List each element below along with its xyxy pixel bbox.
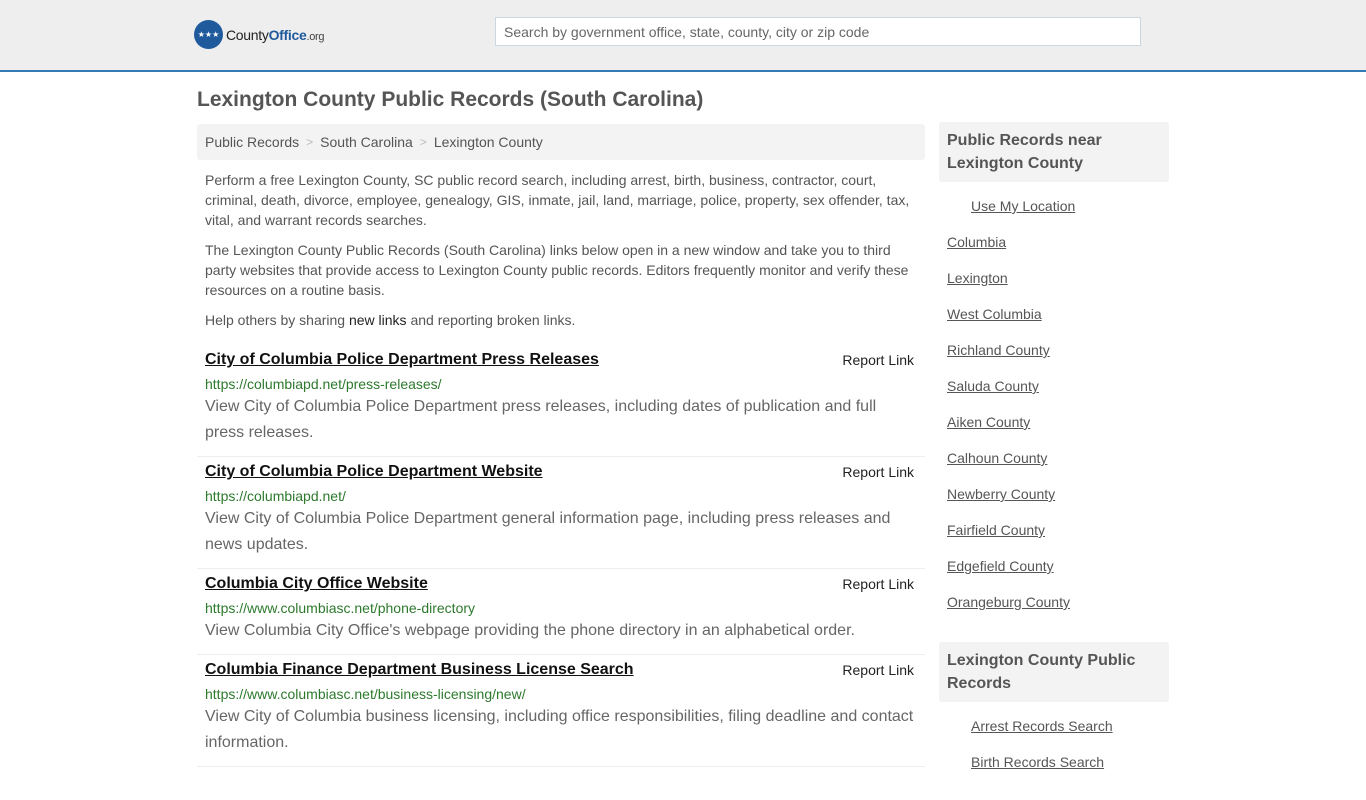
site-logo[interactable]: ★★★ CountyOffice.org [194,20,325,49]
result-item: City of Columbia Police Department Press… [197,345,925,457]
nearby-records-heading: Public Records near Lexington County [939,122,1169,182]
list-item: Richland County [947,342,1169,378]
result-description: View City of Columbia Police Department … [205,510,891,553]
intro-paragraph: The Lexington County Public Records (Sou… [205,242,909,298]
nearby-link[interactable]: Newberry County [947,486,1055,502]
use-my-location-link[interactable]: Use My Location [971,198,1075,214]
nearby-link[interactable]: Lexington [947,270,1008,286]
nearby-link[interactable]: West Columbia [947,306,1042,322]
results-list: City of Columbia Police Department Press… [197,345,925,767]
result-item: Columbia Finance Department Business Lic… [197,655,925,767]
result-url: https://columbiapd.net/press-releases/ [205,376,442,392]
result-description: View City of Columbia business licensing… [205,708,914,751]
list-item: Arrest Records Search [947,718,1169,754]
breadcrumb: Public Records > South Carolina > Lexing… [197,124,925,160]
report-link-button[interactable]: Report Link [842,662,914,678]
nearby-link[interactable]: Aiken County [947,414,1030,430]
sidebar: Public Records near Lexington County Use… [939,122,1169,800]
breadcrumb-lexington-county[interactable]: Lexington County [434,134,543,150]
result-item: Columbia City Office Website Report Link… [197,569,925,655]
breadcrumb-separator: > [306,135,314,149]
result-title-link[interactable]: Columbia City Office Website [205,573,428,595]
nearby-link[interactable]: Richland County [947,342,1050,358]
list-item: Calhoun County [947,450,1169,486]
logo-text: CountyOffice.org [226,26,325,43]
list-item: Birth Records Search [947,754,1169,790]
list-item: Columbia [947,234,1169,270]
result-title-link[interactable]: City of Columbia Police Department Websi… [205,461,543,483]
breadcrumb-separator: > [419,135,427,149]
result-title-link[interactable]: Columbia Finance Department Business Lic… [205,659,634,681]
result-title-link[interactable]: City of Columbia Police Department Press… [205,349,599,371]
page-title: Lexington County Public Records (South C… [197,88,704,111]
nearby-link[interactable]: Fairfield County [947,522,1045,538]
new-links-link[interactable]: new links [349,312,407,328]
nearby-link[interactable]: Orangeburg County [947,594,1070,610]
list-item: West Columbia [947,306,1169,342]
site-header: ★★★ CountyOffice.org [0,0,1366,72]
list-item: Edgefield County [947,558,1169,594]
nearby-link[interactable]: Saluda County [947,378,1039,394]
nearby-records-list: Use My Location Columbia Lexington West … [939,182,1169,640]
result-url: https://columbiapd.net/ [205,488,346,504]
county-records-heading: Lexington County Public Records [939,642,1169,702]
breadcrumb-public-records[interactable]: Public Records [205,134,299,150]
intro-text: Perform a free Lexington County, SC publ… [205,170,920,340]
county-records-list: Arrest Records Search Birth Records Sear… [939,702,1169,800]
list-item: Orangeburg County [947,594,1169,630]
breadcrumb-south-carolina[interactable]: South Carolina [320,134,413,150]
result-description: View City of Columbia Police Department … [205,398,877,441]
result-url: https://www.columbiasc.net/business-lice… [205,686,526,702]
nearby-link[interactable]: Columbia [947,234,1006,250]
result-item: City of Columbia Police Department Websi… [197,457,925,569]
records-link[interactable]: Arrest Records Search [971,718,1113,734]
nearby-link[interactable]: Calhoun County [947,450,1047,466]
eagle-stars-badge-icon: ★★★ [194,20,223,49]
search-input[interactable] [495,17,1141,46]
result-description: View Columbia City Office's webpage prov… [205,622,855,639]
report-link-button[interactable]: Report Link [842,464,914,480]
list-item: Lexington [947,270,1169,306]
list-item: Fairfield County [947,522,1169,558]
list-item: Aiken County [947,414,1169,450]
nearby-link[interactable]: Edgefield County [947,558,1054,574]
intro-paragraph: Perform a free Lexington County, SC publ… [205,172,910,228]
list-item: Use My Location [947,198,1169,234]
intro-help: Help others by sharing new links and rep… [205,312,576,328]
list-item: Newberry County [947,486,1169,522]
list-item: Saluda County [947,378,1169,414]
report-link-button[interactable]: Report Link [842,576,914,592]
result-url: https://www.columbiasc.net/phone-directo… [205,600,476,616]
report-link-button[interactable]: Report Link [842,352,914,368]
